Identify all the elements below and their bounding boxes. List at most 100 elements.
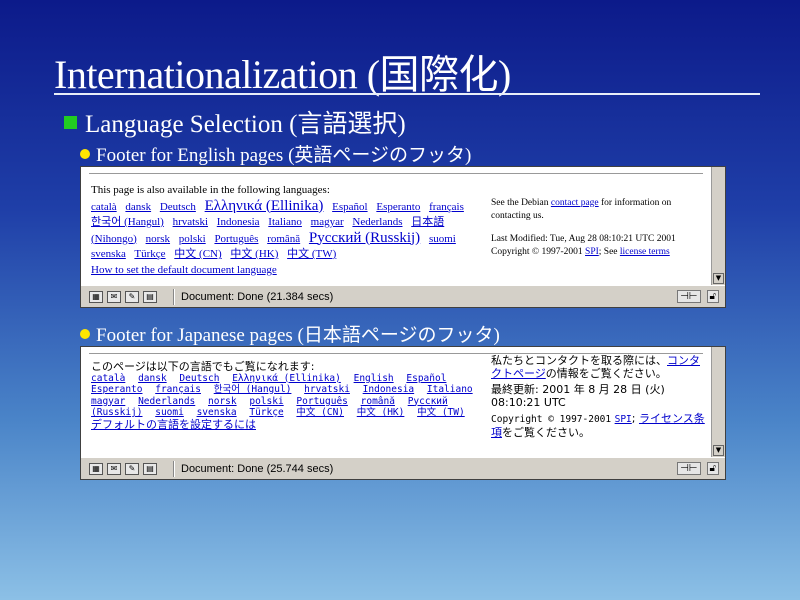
language-link[interactable]: català xyxy=(91,201,117,213)
round-bullet-icon xyxy=(80,328,90,339)
language-link[interactable]: hrvatski xyxy=(173,216,208,228)
english-footer-heading-text: Footer for English pages (英語ページのフッタ) xyxy=(96,145,472,166)
japanese-footer-heading: Footer for Japanese pages (日本語ページのフッタ) xyxy=(80,320,500,347)
square-bullet-icon xyxy=(64,115,77,129)
online-icon[interactable]: ⊣⊢ xyxy=(677,290,701,303)
language-link[interactable]: English xyxy=(354,373,394,384)
language-link[interactable]: Nederlands xyxy=(352,216,402,228)
navigator-icon[interactable]: ▦ xyxy=(89,290,103,303)
english-footer-heading: Footer for English pages (英語ページのフッタ) xyxy=(80,140,471,167)
language-link[interactable]: svenska xyxy=(91,248,126,260)
slide-title: Internationalization (国際化) xyxy=(54,52,511,97)
language-link[interactable]: svenska xyxy=(197,407,237,418)
navigator-icon[interactable]: ▦ xyxy=(89,462,103,475)
language-link[interactable]: français xyxy=(429,201,464,213)
composer-icon[interactable]: ✎ xyxy=(125,290,139,303)
mail-icon[interactable]: ✉ xyxy=(107,290,121,303)
language-link[interactable]: norsk xyxy=(146,233,170,245)
language-link[interactable]: magyar xyxy=(311,216,344,228)
status-bar: ▦ ✉ ✎ ▤ Document: Done (21.384 secs) ⊣⊢ … xyxy=(81,285,725,307)
english-footer-screenshot: This page is also available in the follo… xyxy=(80,166,726,308)
language-link[interactable]: Italiano xyxy=(268,216,302,228)
language-link[interactable]: Esperanto xyxy=(376,201,420,213)
round-bullet-icon xyxy=(80,148,90,159)
language-link[interactable]: français xyxy=(155,384,201,395)
default-language-link[interactable]: How to set the default document language xyxy=(91,264,277,276)
mail-icon[interactable]: ✉ xyxy=(107,462,121,475)
language-link[interactable]: Русский (Russkij) xyxy=(309,230,420,246)
language-link[interactable]: Esperanto xyxy=(91,384,142,395)
english-contact-info: See the Debian contact page for informat… xyxy=(491,197,706,259)
license-terms-link[interactable]: license terms xyxy=(620,247,670,257)
copyright-text: Copyright © 1997-2001 xyxy=(491,414,612,425)
language-link[interactable]: Türkçe xyxy=(134,248,165,260)
language-link[interactable]: Deutsch xyxy=(160,201,196,213)
japanese-contact-info: 私たちとコンタクトを取る際には、コンタクトページの情報をご覧ください。 最終更新… xyxy=(491,354,709,439)
language-link[interactable]: 中文 (HK) xyxy=(230,248,278,260)
copyright-text: Copyright © 1997-2001 xyxy=(491,247,583,257)
language-links: català dansk Deutsch Ελληνικά (Ellinika)… xyxy=(91,198,476,263)
contact-page-link[interactable]: contact page xyxy=(551,198,599,208)
vertical-scrollbar[interactable]: ▼ xyxy=(711,167,725,285)
language-link[interactable]: magyar xyxy=(91,396,125,407)
english-language-list: This page is also available in the follo… xyxy=(91,183,476,278)
language-link[interactable]: Ελληνικά (Ellinika) xyxy=(205,198,324,214)
japanese-footer-screenshot: このページは以下の言語でもご覧になれます: català dansk Deuts… xyxy=(80,346,726,480)
japanese-footer-content: このページは以下の言語でもご覧になれます: català dansk Deuts… xyxy=(81,347,711,457)
spi-link[interactable]: SPI xyxy=(615,414,632,425)
spi-link[interactable]: SPI xyxy=(585,247,599,257)
status-separator xyxy=(173,460,175,477)
language-link[interactable]: 中文 (CN) xyxy=(296,407,344,418)
language-link[interactable]: 한국어 (Hangul) xyxy=(91,216,164,228)
status-separator xyxy=(173,288,175,305)
language-link[interactable]: polski xyxy=(249,396,283,407)
language-link[interactable]: norsk xyxy=(208,396,237,407)
language-link[interactable]: 中文 (HK) xyxy=(357,407,405,418)
language-link[interactable]: Italiano xyxy=(427,384,473,395)
last-modified: 最終更新: 2001 年 8 月 28 日 (火) 08:10:21 UTC xyxy=(491,383,665,409)
scroll-down-icon[interactable]: ▼ xyxy=(713,445,724,456)
status-text: Document: Done (25.744 secs) xyxy=(181,462,334,475)
language-link[interactable]: Español xyxy=(332,201,367,213)
language-link[interactable]: 中文 (CN) xyxy=(174,248,221,260)
language-link[interactable]: hrvatski xyxy=(304,384,350,395)
language-link[interactable]: 中文 (TW) xyxy=(417,407,465,418)
addressbook-icon[interactable]: ▤ xyxy=(143,462,157,475)
language-link[interactable]: Türkçe xyxy=(249,407,283,418)
language-links: català dansk Deutsch Ελληνικά (Ellinika)… xyxy=(91,373,487,419)
language-link[interactable]: Español xyxy=(406,373,446,384)
language-link[interactable]: 中文 (TW) xyxy=(287,248,336,260)
language-link[interactable]: română xyxy=(267,233,300,245)
security-lock-icon[interactable]: 🔓︎ xyxy=(706,462,719,475)
language-link[interactable]: Nederlands xyxy=(138,396,195,407)
language-link[interactable]: 한국어 (Hangul) xyxy=(214,384,292,395)
language-link[interactable]: Indonesia xyxy=(217,216,260,228)
language-link[interactable]: Português xyxy=(296,396,347,407)
language-link[interactable]: suomi xyxy=(429,233,456,245)
horizontal-rule xyxy=(89,173,703,174)
language-link[interactable]: Ελληνικά (Ellinika) xyxy=(232,373,341,384)
language-link[interactable]: polski xyxy=(179,233,206,245)
scroll-down-icon[interactable]: ▼ xyxy=(713,273,724,284)
language-link[interactable]: dansk xyxy=(125,201,151,213)
online-icon[interactable]: ⊣⊢ xyxy=(677,462,701,475)
contact-text-before: See the Debian xyxy=(491,198,549,208)
addressbook-icon[interactable]: ▤ xyxy=(143,290,157,303)
english-footer-content: This page is also available in the follo… xyxy=(81,167,711,285)
language-link[interactable]: suomi xyxy=(155,407,184,418)
section-heading: Language Selection (言語選択) xyxy=(64,104,406,140)
japanese-footer-heading-text: Footer for Japanese pages (日本語ページのフッタ) xyxy=(96,325,500,346)
vertical-scrollbar[interactable]: ▼ xyxy=(711,347,725,457)
composer-icon[interactable]: ✎ xyxy=(125,462,139,475)
language-link[interactable]: Português xyxy=(214,233,258,245)
title-divider xyxy=(54,93,760,95)
language-link[interactable]: Indonesia xyxy=(363,384,414,395)
language-link[interactable]: dansk xyxy=(138,373,167,384)
see-text: ; See xyxy=(598,247,618,257)
status-text: Document: Done (21.384 secs) xyxy=(181,290,334,303)
language-link[interactable]: Deutsch xyxy=(179,373,219,384)
default-language-link[interactable]: デフォルトの言語を設定するには xyxy=(91,418,256,431)
language-link[interactable]: română xyxy=(361,396,395,407)
language-link[interactable]: català xyxy=(91,373,125,384)
security-lock-icon[interactable]: 🔓︎ xyxy=(706,290,719,303)
